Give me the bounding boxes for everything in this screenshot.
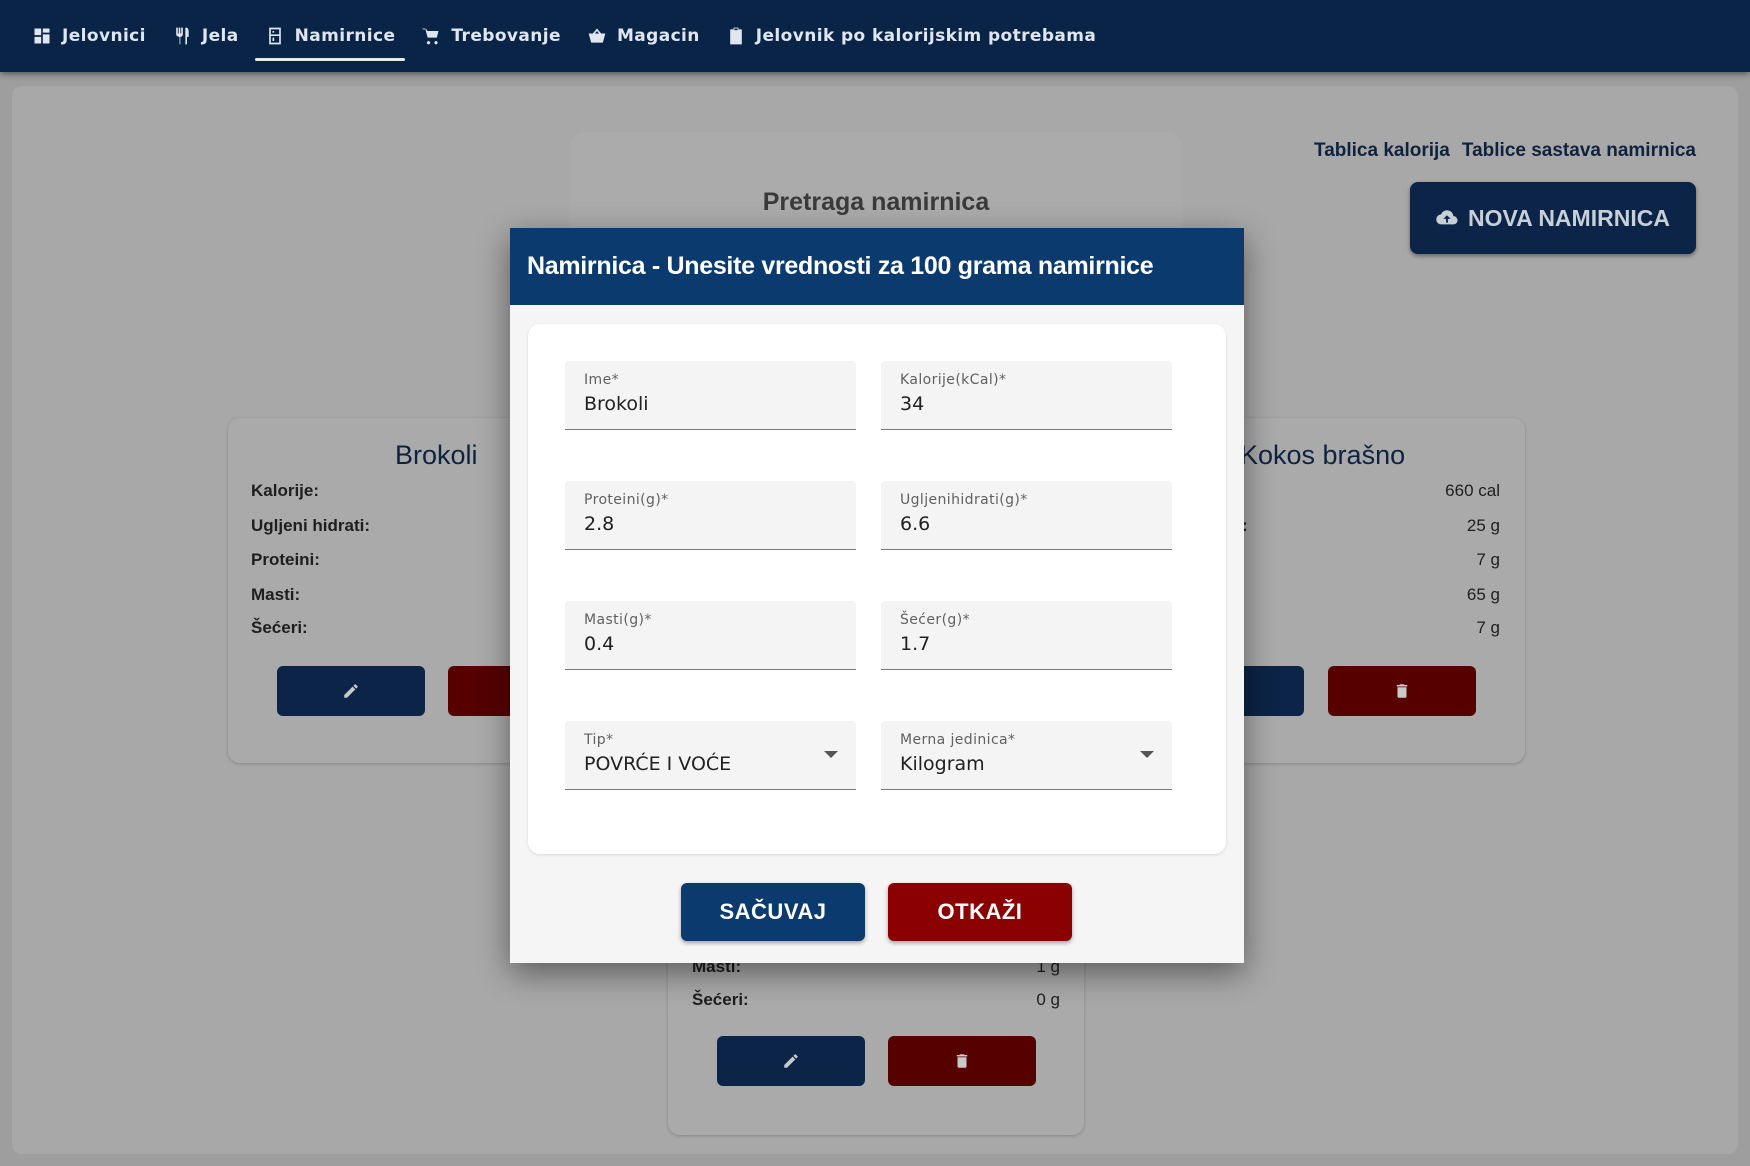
ingredient-dialog: Namirnica - Unesite vrednosti za 100 gra… <box>510 228 1244 963</box>
nutrient-value: 660 cal <box>1445 481 1500 500</box>
nav-item-magacin[interactable]: Magacin <box>577 15 710 57</box>
nav-item-trebovanje[interactable]: Trebovanje <box>411 15 571 57</box>
delete-button[interactable] <box>888 1036 1036 1086</box>
pencil-icon <box>784 1054 798 1068</box>
calories-field[interactable]: Kalorije(kCal)* 34 <box>881 361 1172 430</box>
top-navigation: Jelovnici Jela Namirnice Trebovanje Maga… <box>0 0 1750 72</box>
delete-button[interactable] <box>1328 666 1476 716</box>
dropdown-arrow-icon <box>824 751 838 758</box>
nutrient-value: 7 g <box>1476 550 1500 569</box>
nutrient-label: Kalorije: <box>251 481 320 500</box>
trash-icon <box>956 1054 968 1068</box>
food-card-brokoli: Brokoli Kalorije: Ugljeni hidrati: Prote… <box>228 418 596 763</box>
fats-field[interactable]: Masti(g)* 0.4 <box>565 601 856 670</box>
cart-icon <box>423 28 439 45</box>
pencil-icon <box>344 684 358 698</box>
field-value: 0.4 <box>584 633 615 655</box>
nav-label: Trebovanje <box>451 26 561 46</box>
field-label: Proteini(g)* <box>584 492 669 508</box>
field-label: Merna jedinica* <box>900 732 1016 748</box>
link-tablica-kalorija[interactable]: Tablica kalorija <box>1314 140 1450 162</box>
edit-button[interactable] <box>277 666 425 716</box>
nav-label: Namirnice <box>294 26 396 46</box>
field-value: 34 <box>900 393 925 415</box>
nutrient-label: Masti: <box>251 585 301 604</box>
trash-icon <box>1396 684 1408 698</box>
cloud-upload-icon <box>1436 210 1458 225</box>
edit-button[interactable] <box>717 1036 865 1086</box>
top-links: Tablica kalorija Tablice sastava namirni… <box>1314 140 1696 162</box>
link-tablice-sastava[interactable]: Tablice sastava namirnica <box>1462 140 1696 162</box>
field-label: Masti(g)* <box>584 612 652 628</box>
nutrient-value: 7 g <box>1476 618 1500 637</box>
nav-item-namirnice[interactable]: Namirnice <box>254 15 406 61</box>
cancel-button[interactable]: OTKAŽI <box>888 883 1072 941</box>
card-title: Brokoli <box>395 440 478 470</box>
field-value: 2.8 <box>584 513 615 535</box>
unit-select[interactable]: Merna jedinica* Kilogram <box>881 721 1172 790</box>
field-label: Tip* <box>584 732 614 748</box>
field-value: Brokoli <box>584 393 649 415</box>
save-button[interactable]: SAČUVAJ <box>681 883 865 941</box>
nav-item-jela[interactable]: Jela <box>162 15 249 57</box>
new-ingredient-button[interactable]: NOVA NAMIRNICA <box>1410 182 1696 254</box>
sugar-field[interactable]: Šećer(g)* 1.7 <box>881 601 1172 670</box>
dropdown-arrow-icon <box>1140 751 1154 758</box>
carbs-field[interactable]: Ugljenihidrati(g)* 6.6 <box>881 481 1172 550</box>
clipboard-icon <box>729 27 742 45</box>
grid-icon <box>34 28 50 44</box>
nutrient-value: 65 g <box>1466 585 1500 604</box>
food-icon <box>268 27 281 45</box>
new-ingredient-label: NOVA NAMIRNICA <box>1468 204 1670 231</box>
proteins-field[interactable]: Proteini(g)* 2.8 <box>565 481 856 550</box>
field-label: Kalorije(kCal)* <box>900 372 1007 388</box>
field-label: Šećer(g)* <box>900 612 970 628</box>
dialog-header: Namirnica - Unesite vrednosti za 100 gra… <box>510 228 1244 305</box>
nutrient-label: Proteini: <box>251 550 320 569</box>
field-label: Ugljenihidrati(g)* <box>900 492 1028 508</box>
dialog-title: Namirnica - Unesite vrednosti za 100 gra… <box>527 252 1154 280</box>
nutrient-label: Šećeri: <box>251 618 308 637</box>
field-value: Kilogram <box>900 753 985 775</box>
utensils-icon <box>176 27 189 45</box>
nav-item-jelovnik-kalorije[interactable]: Jelovnik po kalorijskim potrebama <box>716 15 1106 57</box>
nutrient-label: Ugljeni hidrati: <box>251 516 370 535</box>
card-title: Kokos brašno <box>1240 440 1406 470</box>
field-value: 1.7 <box>900 633 931 655</box>
basket-icon <box>588 28 606 43</box>
nutrient-value: 25 g <box>1466 516 1500 535</box>
dialog-form: Ime* Brokoli Kalorije(kCal)* 34 Proteini… <box>528 324 1226 854</box>
nutrient-label: Šećeri: <box>692 990 749 1009</box>
field-value: 6.6 <box>900 513 931 535</box>
nutrient-value: 0 g <box>1036 990 1060 1009</box>
nav-label: Jelovnik po kalorijskim potrebama <box>755 26 1097 46</box>
nav-label: Jelovnici <box>62 26 146 46</box>
field-value: POVRĆE I VOĆE <box>584 753 732 775</box>
field-label: Ime* <box>584 372 619 388</box>
food-card-kokos-brasno: Kokos brašno : 660 cal 25 g 7 g 65 g 7 g <box>1220 418 1525 763</box>
name-field[interactable]: Ime* Brokoli <box>565 361 856 430</box>
type-select[interactable]: Tip* POVRĆE I VOĆE <box>565 721 856 790</box>
nav-label: Magacin <box>616 26 700 46</box>
nav-item-jelovnici[interactable]: Jelovnici <box>22 15 156 57</box>
search-title: Pretraga namirnica <box>762 188 990 216</box>
nav-label: Jela <box>201 26 239 46</box>
